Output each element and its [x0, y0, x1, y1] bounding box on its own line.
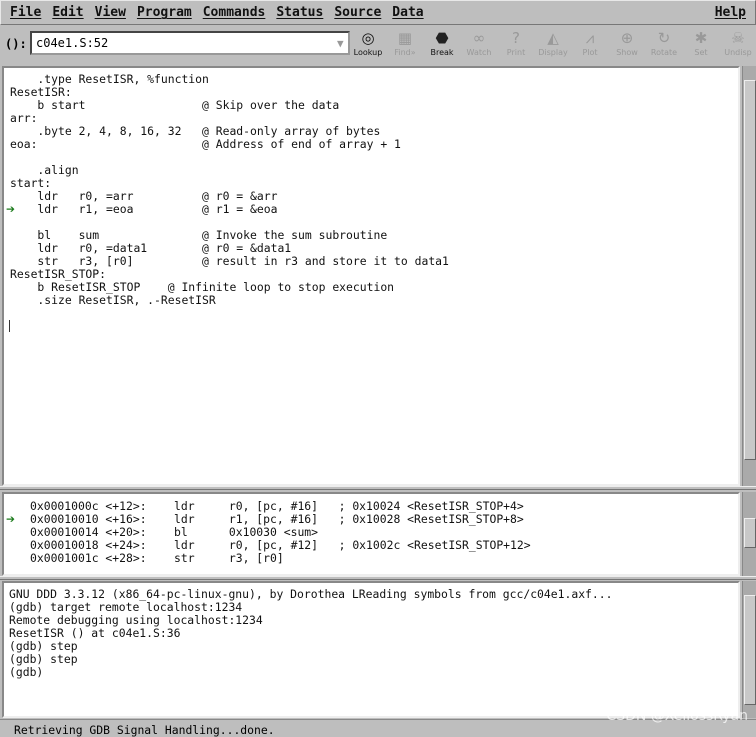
menu-commands[interactable]: Commands — [203, 5, 266, 20]
toolbar-show-button[interactable]: ⊕ Show — [609, 28, 645, 57]
menu-program[interactable]: Program — [137, 5, 192, 20]
skull-icon: ☠ — [731, 29, 745, 47]
toolbar-label: Break — [430, 48, 454, 57]
toolbar-label: Set — [694, 48, 708, 57]
execution-arrow-icon: ➔ — [6, 200, 16, 218]
toolbar-display-button[interactable]: ◭ Display — [535, 28, 571, 57]
watermark: CSDN @XellossRyan — [606, 708, 748, 724]
source-line: ldr r1, =eoa @ r1 = &eoa — [10, 202, 278, 216]
disasm-line: 0x0001001c <+28>: str r3, [r0] — [30, 551, 284, 565]
glasses-icon: ∞ — [472, 29, 486, 47]
console-line: ResetISR () at c04e1.S:36 — [9, 626, 181, 640]
pane-sash[interactable] — [0, 576, 756, 580]
menu-status[interactable]: Status — [276, 5, 323, 20]
question-icon: ? — [512, 29, 520, 47]
console-scrollbar[interactable] — [742, 581, 756, 718]
stop-sign-icon: ⬣ — [435, 29, 449, 47]
machine-code-pane[interactable]: 0x0001000c <+12>: ldr r0, [pc, #16] ; 0x… — [2, 492, 740, 576]
console-line: (gdb) step — [9, 639, 78, 653]
toolbar-label: Undisp — [724, 48, 752, 57]
toolbar-print-button[interactable]: ? Print — [498, 28, 534, 57]
toolbar-label: Display — [538, 48, 568, 57]
menubar: File Edit View Program Commands Status S… — [0, 0, 756, 25]
plot-icon: ⩘ — [585, 29, 595, 47]
menu-source[interactable]: Source — [334, 5, 381, 20]
source-scrollbar[interactable] — [742, 66, 756, 486]
rotate-icon: ↻ — [657, 29, 671, 47]
text-cursor — [9, 320, 10, 332]
disassembly: 0x0001000c <+12>: ldr r0, [pc, #16] ; 0x… — [30, 500, 531, 565]
toolbar-label: Print — [506, 48, 526, 57]
console-line: (gdb) — [9, 665, 51, 679]
menu-help[interactable]: Help — [715, 5, 746, 20]
gdb-console[interactable]: GNU DDD 3.3.12 (x86_64-pc-linux-gnu), by… — [2, 581, 740, 718]
toolbar-rotate-button[interactable]: ↻ Rotate — [646, 28, 682, 57]
toolbar-label: Find» — [394, 48, 416, 57]
toolbar-break-button[interactable]: ⬣ Break — [424, 28, 460, 57]
source-line: eoa: @ Address of end of array + 1 — [10, 137, 401, 151]
execution-arrow-icon: ➔ — [6, 510, 16, 528]
source-line: .align — [10, 163, 79, 177]
menu-edit[interactable]: Edit — [52, 5, 83, 20]
argument-label: (): — [5, 37, 27, 51]
toolbar-label: Show — [616, 48, 638, 57]
source-line: .size ResetISR, .-ResetISR — [10, 293, 216, 307]
source-line: b start @ Skip over the data — [10, 98, 340, 112]
toolbar-undisp-button[interactable]: ☠ Undisp — [720, 28, 756, 57]
console-line: (gdb) step — [9, 652, 78, 666]
toolbar-label: Lookup — [353, 48, 383, 57]
toolbar-watch-button[interactable]: ∞ Watch — [461, 28, 497, 57]
console-output: GNU DDD 3.3.12 (x86_64-pc-linux-gnu), by… — [9, 588, 612, 679]
toolbar-find-button[interactable]: ▦ Find» — [387, 28, 423, 57]
toolbar-label: Plot — [582, 48, 598, 57]
menu-file[interactable]: File — [10, 5, 41, 20]
toolbar: (): c04e1.S:52 ▼ ◎ Lookup ▦ Find» ⬣ Break ∞ Wat… — [0, 26, 756, 62]
toolbar-set-button[interactable]: ✱ Set — [683, 28, 719, 57]
toolbar-label: Rotate — [650, 48, 678, 57]
display-icon: ◭ — [547, 29, 559, 47]
argument-dropdown-icon[interactable]: ▼ — [337, 37, 344, 50]
menu-data[interactable]: Data — [392, 5, 423, 20]
source-code: .type ResetISR, %function ResetISR: b sta… — [10, 73, 449, 307]
set-icon: ✱ — [694, 29, 708, 47]
toolbar-plot-button[interactable]: ⩘ Plot — [572, 28, 608, 57]
magnifier-icon: ⊕ — [620, 29, 634, 47]
menu-view[interactable]: View — [95, 5, 126, 20]
pane-sash[interactable] — [0, 486, 756, 490]
source-line: .type ResetISR, %function — [10, 72, 209, 86]
lookup-icon: ◎ — [361, 29, 375, 47]
toolbar-label: Watch — [466, 48, 492, 57]
machine-code-scrollbar[interactable] — [742, 492, 756, 576]
argument-input[interactable]: c04e1.S:52 — [30, 31, 350, 55]
find-icon: ▦ — [397, 29, 413, 47]
source-pane[interactable]: .type ResetISR, %function ResetISR: b sta… — [2, 66, 740, 486]
toolbar-lookup-button[interactable]: ◎ Lookup — [350, 28, 386, 57]
